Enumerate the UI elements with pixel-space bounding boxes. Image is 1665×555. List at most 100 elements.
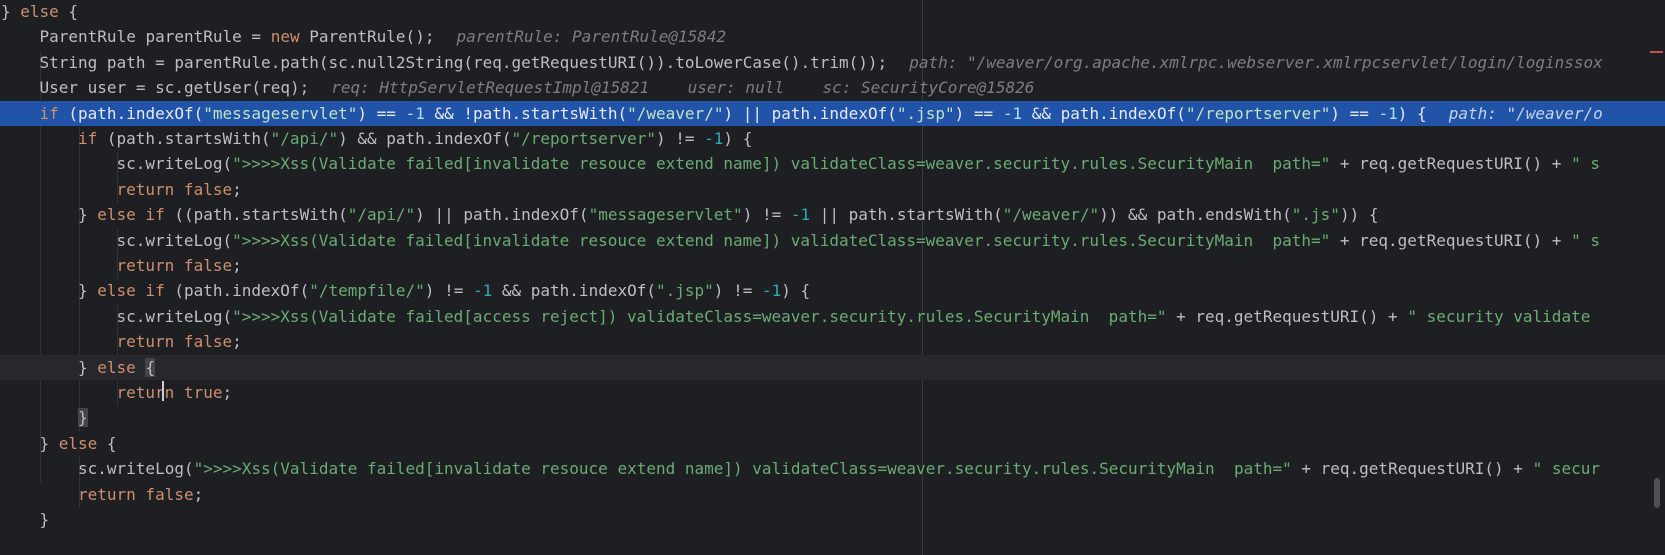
code-token: { [58,2,79,21]
matched-brace: } [78,408,88,428]
string-token: "/api/" [347,205,416,225]
code-token: String path = parentRule.path(sc.null2St… [39,52,888,72]
code-token: ) == [357,103,406,123]
code-text: return false; [117,177,242,202]
code-text: ParentRule parentRule = new ParentRule()… [40,24,727,49]
code-token: sc.writeLog( [116,230,233,250]
keyword-token: else [97,357,136,377]
code-text: } else if ((path.startsWith("/api/") || … [78,202,1378,227]
code-text: } else { [78,355,156,380]
code-text: } else { [1,0,78,24]
code-text: return true; [117,380,233,405]
keyword-token: else if [97,281,165,301]
code-token: && path.indexOf( [492,281,656,301]
code-line[interactable]: return false; [0,482,1665,507]
code-line[interactable]: } else { [0,0,1665,24]
code-token: ; [232,332,242,352]
code-text: return false; [117,253,242,278]
code-line[interactable]: } else if ((path.startsWith("/api/") || … [0,202,1665,227]
inline-debug-value[interactable]: req: HttpServletRequestImpl@15821 user: … [331,78,1034,97]
code-text: return false; [117,329,242,354]
error-stripe-mark[interactable] [1650,51,1663,53]
code-token: ParentRule parentRule = [39,27,271,47]
code-token: (path.indexOf( [164,281,310,301]
code-text: if (path.startsWith("/api/") && path.ind… [78,126,752,151]
string-token: "/api/" [270,129,339,148]
code-text: String path = parentRule.path(sc.null2St… [40,50,1603,75]
code-line[interactable]: if (path.startsWith("/api/") && path.ind… [0,126,1665,151]
code-token: sc.writeLog( [116,154,233,174]
code-token: ) != [424,281,473,301]
code-token: sc.writeLog( [78,459,194,479]
code-token: ) { [723,129,753,148]
code-line[interactable]: } else { [0,431,1665,456]
code-line[interactable]: } [0,507,1665,532]
code-token: } [78,357,98,377]
code-token: } [1,2,21,21]
code-token: ) { [1397,103,1427,123]
code-line[interactable]: } else { [0,354,1665,380]
code-line[interactable]: ParentRule parentRule = new ParentRule()… [0,24,1665,49]
code-line[interactable]: return true; [0,380,1665,405]
string-token: ".js" [1291,205,1340,225]
code-line[interactable]: sc.writeLog(">>>>Xss(Validate failed[acc… [0,304,1665,329]
code-text: User user = sc.getUser(req); req: HttpSer… [40,75,1035,100]
string-token: ".jsp" [656,281,714,301]
number-token: -1 [761,281,782,301]
code-editor[interactable]: } else {ParentRule parentRule = new Pare… [0,0,1665,555]
string-token: "/tempfile/" [309,281,425,301]
code-line[interactable]: return false; [0,177,1665,202]
scrollbar-thumb[interactable] [1654,478,1660,508]
code-token: (path.startsWith( [97,129,271,148]
code-line[interactable]: } [0,405,1665,430]
code-token: ; [222,383,233,402]
code-line[interactable]: return false; [0,253,1665,278]
string-token: " security validate [1407,306,1591,326]
string-token: ">>>>Xss(Validate failed[invalidate reso… [232,230,1331,250]
code-token: || path.startsWith( [810,205,1003,225]
keyword-token: return false [116,179,233,199]
number-token: -1 [1378,103,1398,123]
code-token: ; [193,484,204,504]
execution-point-line[interactable]: if (path.indexOf("messageservlet") == -1… [0,100,1665,126]
inline-debug-value[interactable]: path: "/weaver/org.apache.xmlrpc.webserv… [909,53,1603,72]
inline-debug-value[interactable]: path: "/weaver/o [1449,104,1603,123]
code-token: ((path.startsWith( [164,205,348,225]
code-line[interactable]: sc.writeLog(">>>>Xss(Validate failed[inv… [0,456,1665,481]
code-text: } else if (path.indexOf("/tempfile/") !=… [78,278,810,303]
matched-brace: { [145,357,156,377]
keyword-token: return false [78,484,194,504]
string-token: " s [1571,154,1600,174]
code-line[interactable]: String path = parentRule.path(sc.null2St… [0,50,1665,75]
string-token: ".jsp" [896,103,955,123]
code-token: && !path.startsWith( [424,103,628,123]
inline-debug-value[interactable]: parentRule: ParentRule@15842 [456,27,726,46]
code-token: } [39,510,50,529]
code-token: )) { [1339,205,1379,225]
code-token: ) || path.indexOf( [415,205,589,225]
code-token: ) == [1330,103,1379,123]
string-token: " s [1571,230,1600,250]
code-line[interactable]: sc.writeLog(">>>>Xss(Validate failed[inv… [0,228,1665,253]
code-token: ; [232,179,242,199]
code-line[interactable]: return false; [0,329,1665,354]
string-token: "/reportserver" [511,129,656,148]
keyword-token: else [58,433,98,453]
code-token: ParentRule(); [299,27,435,47]
number-token: -1 [1002,103,1023,123]
string-token: "/weaver/" [1002,205,1100,225]
code-token: )) && path.endsWith( [1099,205,1292,225]
code-text: sc.writeLog(">>>>Xss(Validate failed[acc… [117,304,1591,329]
string-token: "messageservlet" [588,205,743,225]
code-token: { [97,433,117,453]
code-line[interactable]: sc.writeLog(">>>>Xss(Validate failed[inv… [0,151,1665,176]
number-token: -1 [405,103,425,123]
keyword-token: new [270,27,300,47]
code-token: ) != [713,281,762,301]
string-token: ">>>>Xss(Validate failed[invalidate reso… [193,459,1292,479]
keyword-token: return false [116,332,233,352]
code-token: User user = sc.getUser(req); [39,78,310,98]
code-line[interactable]: } else if (path.indexOf("/tempfile/") !=… [0,278,1665,303]
code-token: + req.getRequestURI() + [1291,459,1533,479]
code-line[interactable]: User user = sc.getUser(req); req: HttpSer… [0,75,1665,100]
